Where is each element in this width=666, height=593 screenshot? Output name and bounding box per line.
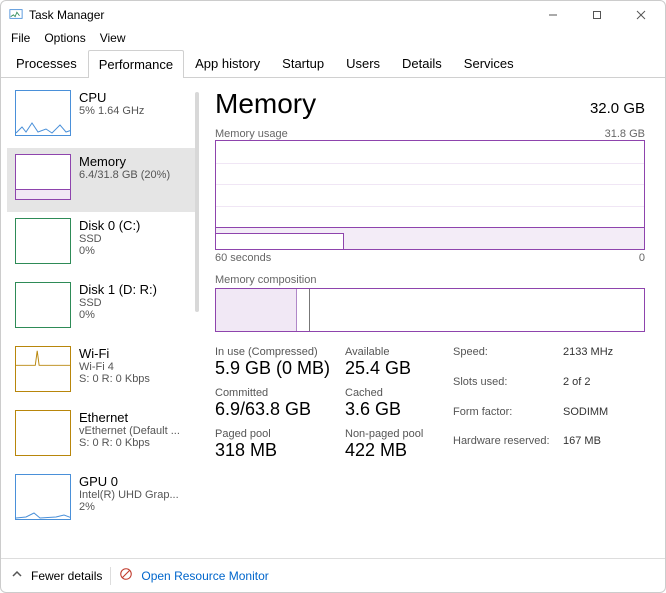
sidebar-gpu-sub1: Intel(R) UHD Grap... [79, 489, 179, 501]
footer-separator [110, 567, 111, 585]
titlebar: Task Manager [1, 1, 665, 29]
sidebar: CPU 5% 1.64 GHz Memory 6.4/31.8 GB (20%) [1, 78, 199, 558]
sidebar-disk1-sub2: 0% [79, 309, 157, 321]
menu-view[interactable]: View [100, 31, 126, 45]
wifi-thumb-icon [15, 346, 71, 392]
sidebar-item-memory[interactable]: Memory 6.4/31.8 GB (20%) [7, 148, 195, 212]
sidebar-memory-title: Memory [79, 154, 170, 169]
value-in-use: 5.9 GB (0 MB) [215, 358, 345, 379]
chevron-up-icon [11, 568, 23, 583]
sidebar-item-wifi[interactable]: Wi-Fi Wi-Fi 4 S: 0 R: 0 Kbps [7, 340, 195, 404]
sidebar-gpu-title: GPU 0 [79, 474, 179, 489]
tab-processes[interactable]: Processes [5, 49, 88, 77]
sidebar-wifi-sub1: Wi-Fi 4 [79, 361, 150, 373]
menu-options[interactable]: Options [44, 31, 85, 45]
value-nonpaged: 422 MB [345, 440, 435, 461]
minimize-button[interactable] [531, 1, 575, 29]
tab-services[interactable]: Services [453, 49, 525, 77]
value-form: SODIMM [563, 406, 633, 432]
sidebar-wifi-sub2: S: 0 R: 0 Kbps [79, 373, 150, 385]
sidebar-disk0-sub2: 0% [79, 245, 140, 257]
tab-performance[interactable]: Performance [88, 50, 184, 78]
tab-users[interactable]: Users [335, 49, 391, 77]
sidebar-cpu-title: CPU [79, 90, 144, 105]
disk1-thumb-icon [15, 282, 71, 328]
label-speed: Speed: [453, 346, 563, 372]
x-axis-right: 0 [639, 252, 645, 264]
page-title: Memory [215, 88, 316, 120]
sidebar-disk1-sub1: SSD [79, 297, 157, 309]
sidebar-memory-sub: 6.4/31.8 GB (20%) [79, 169, 170, 181]
value-speed: 2133 MHz [563, 346, 633, 372]
value-paged: 318 MB [215, 440, 345, 461]
label-available: Available [345, 346, 435, 358]
menubar: File Options View [1, 29, 665, 49]
usage-chart-label: Memory usage [215, 128, 288, 140]
sidebar-disk0-sub1: SSD [79, 233, 140, 245]
tab-app-history[interactable]: App history [184, 49, 271, 77]
app-icon [9, 7, 23, 24]
detail-panel: Memory 32.0 GB Memory usage 31.8 GB 60 s… [199, 78, 665, 558]
value-slots: 2 of 2 [563, 376, 633, 402]
gpu-thumb-icon [15, 474, 71, 520]
label-nonpaged: Non-paged pool [345, 428, 435, 440]
disk0-thumb-icon [15, 218, 71, 264]
sidebar-item-ethernet[interactable]: Ethernet vEthernet (Default ... S: 0 R: … [7, 404, 195, 468]
value-cached: 3.6 GB [345, 399, 435, 420]
tab-startup[interactable]: Startup [271, 49, 335, 77]
footer: Fewer details Open Resource Monitor [1, 558, 665, 592]
memory-thumb-icon [15, 154, 71, 200]
composition-chart [215, 288, 645, 332]
tab-strip: Processes Performance App history Startu… [1, 49, 665, 78]
label-form: Form factor: [453, 406, 563, 432]
resource-monitor-icon [119, 567, 133, 584]
fewer-details-button[interactable]: Fewer details [31, 569, 102, 583]
maximize-button[interactable] [575, 1, 619, 29]
value-committed: 6.9/63.8 GB [215, 399, 345, 420]
composition-label: Memory composition [215, 274, 645, 286]
sidebar-item-cpu[interactable]: CPU 5% 1.64 GHz [7, 84, 195, 148]
value-available: 25.4 GB [345, 358, 435, 379]
sidebar-item-gpu0[interactable]: GPU 0 Intel(R) UHD Grap... 2% [7, 468, 195, 532]
label-hwreserved: Hardware reserved: [453, 435, 563, 461]
cpu-thumb-icon [15, 90, 71, 136]
sidebar-item-disk1[interactable]: Disk 1 (D: R:) SSD 0% [7, 276, 195, 340]
menu-file[interactable]: File [11, 31, 30, 45]
label-committed: Committed [215, 387, 345, 399]
sidebar-eth-sub1: vEthernet (Default ... [79, 425, 180, 437]
sidebar-disk0-title: Disk 0 (C:) [79, 218, 140, 233]
open-resource-monitor-link[interactable]: Open Resource Monitor [141, 569, 268, 583]
usage-chart [215, 140, 645, 250]
window-title: Task Manager [29, 8, 104, 22]
sidebar-gpu-sub2: 2% [79, 501, 179, 513]
x-axis-left: 60 seconds [215, 252, 271, 264]
tab-details[interactable]: Details [391, 49, 453, 77]
task-manager-window: Task Manager File Options View Processes… [0, 0, 666, 593]
usage-chart-max: 31.8 GB [605, 128, 645, 140]
label-cached: Cached [345, 387, 435, 399]
sidebar-disk1-title: Disk 1 (D: R:) [79, 282, 157, 297]
sidebar-item-disk0[interactable]: Disk 0 (C:) SSD 0% [7, 212, 195, 276]
label-slots: Slots used: [453, 376, 563, 402]
value-hwreserved: 167 MB [563, 435, 633, 461]
close-button[interactable] [619, 1, 663, 29]
sidebar-cpu-sub: 5% 1.64 GHz [79, 105, 144, 117]
ethernet-thumb-icon [15, 410, 71, 456]
total-memory: 32.0 GB [590, 100, 645, 117]
sidebar-eth-sub2: S: 0 R: 0 Kbps [79, 437, 180, 449]
sidebar-wifi-title: Wi-Fi [79, 346, 150, 361]
label-in-use: In use (Compressed) [215, 346, 345, 358]
sidebar-eth-title: Ethernet [79, 410, 180, 425]
label-paged: Paged pool [215, 428, 345, 440]
